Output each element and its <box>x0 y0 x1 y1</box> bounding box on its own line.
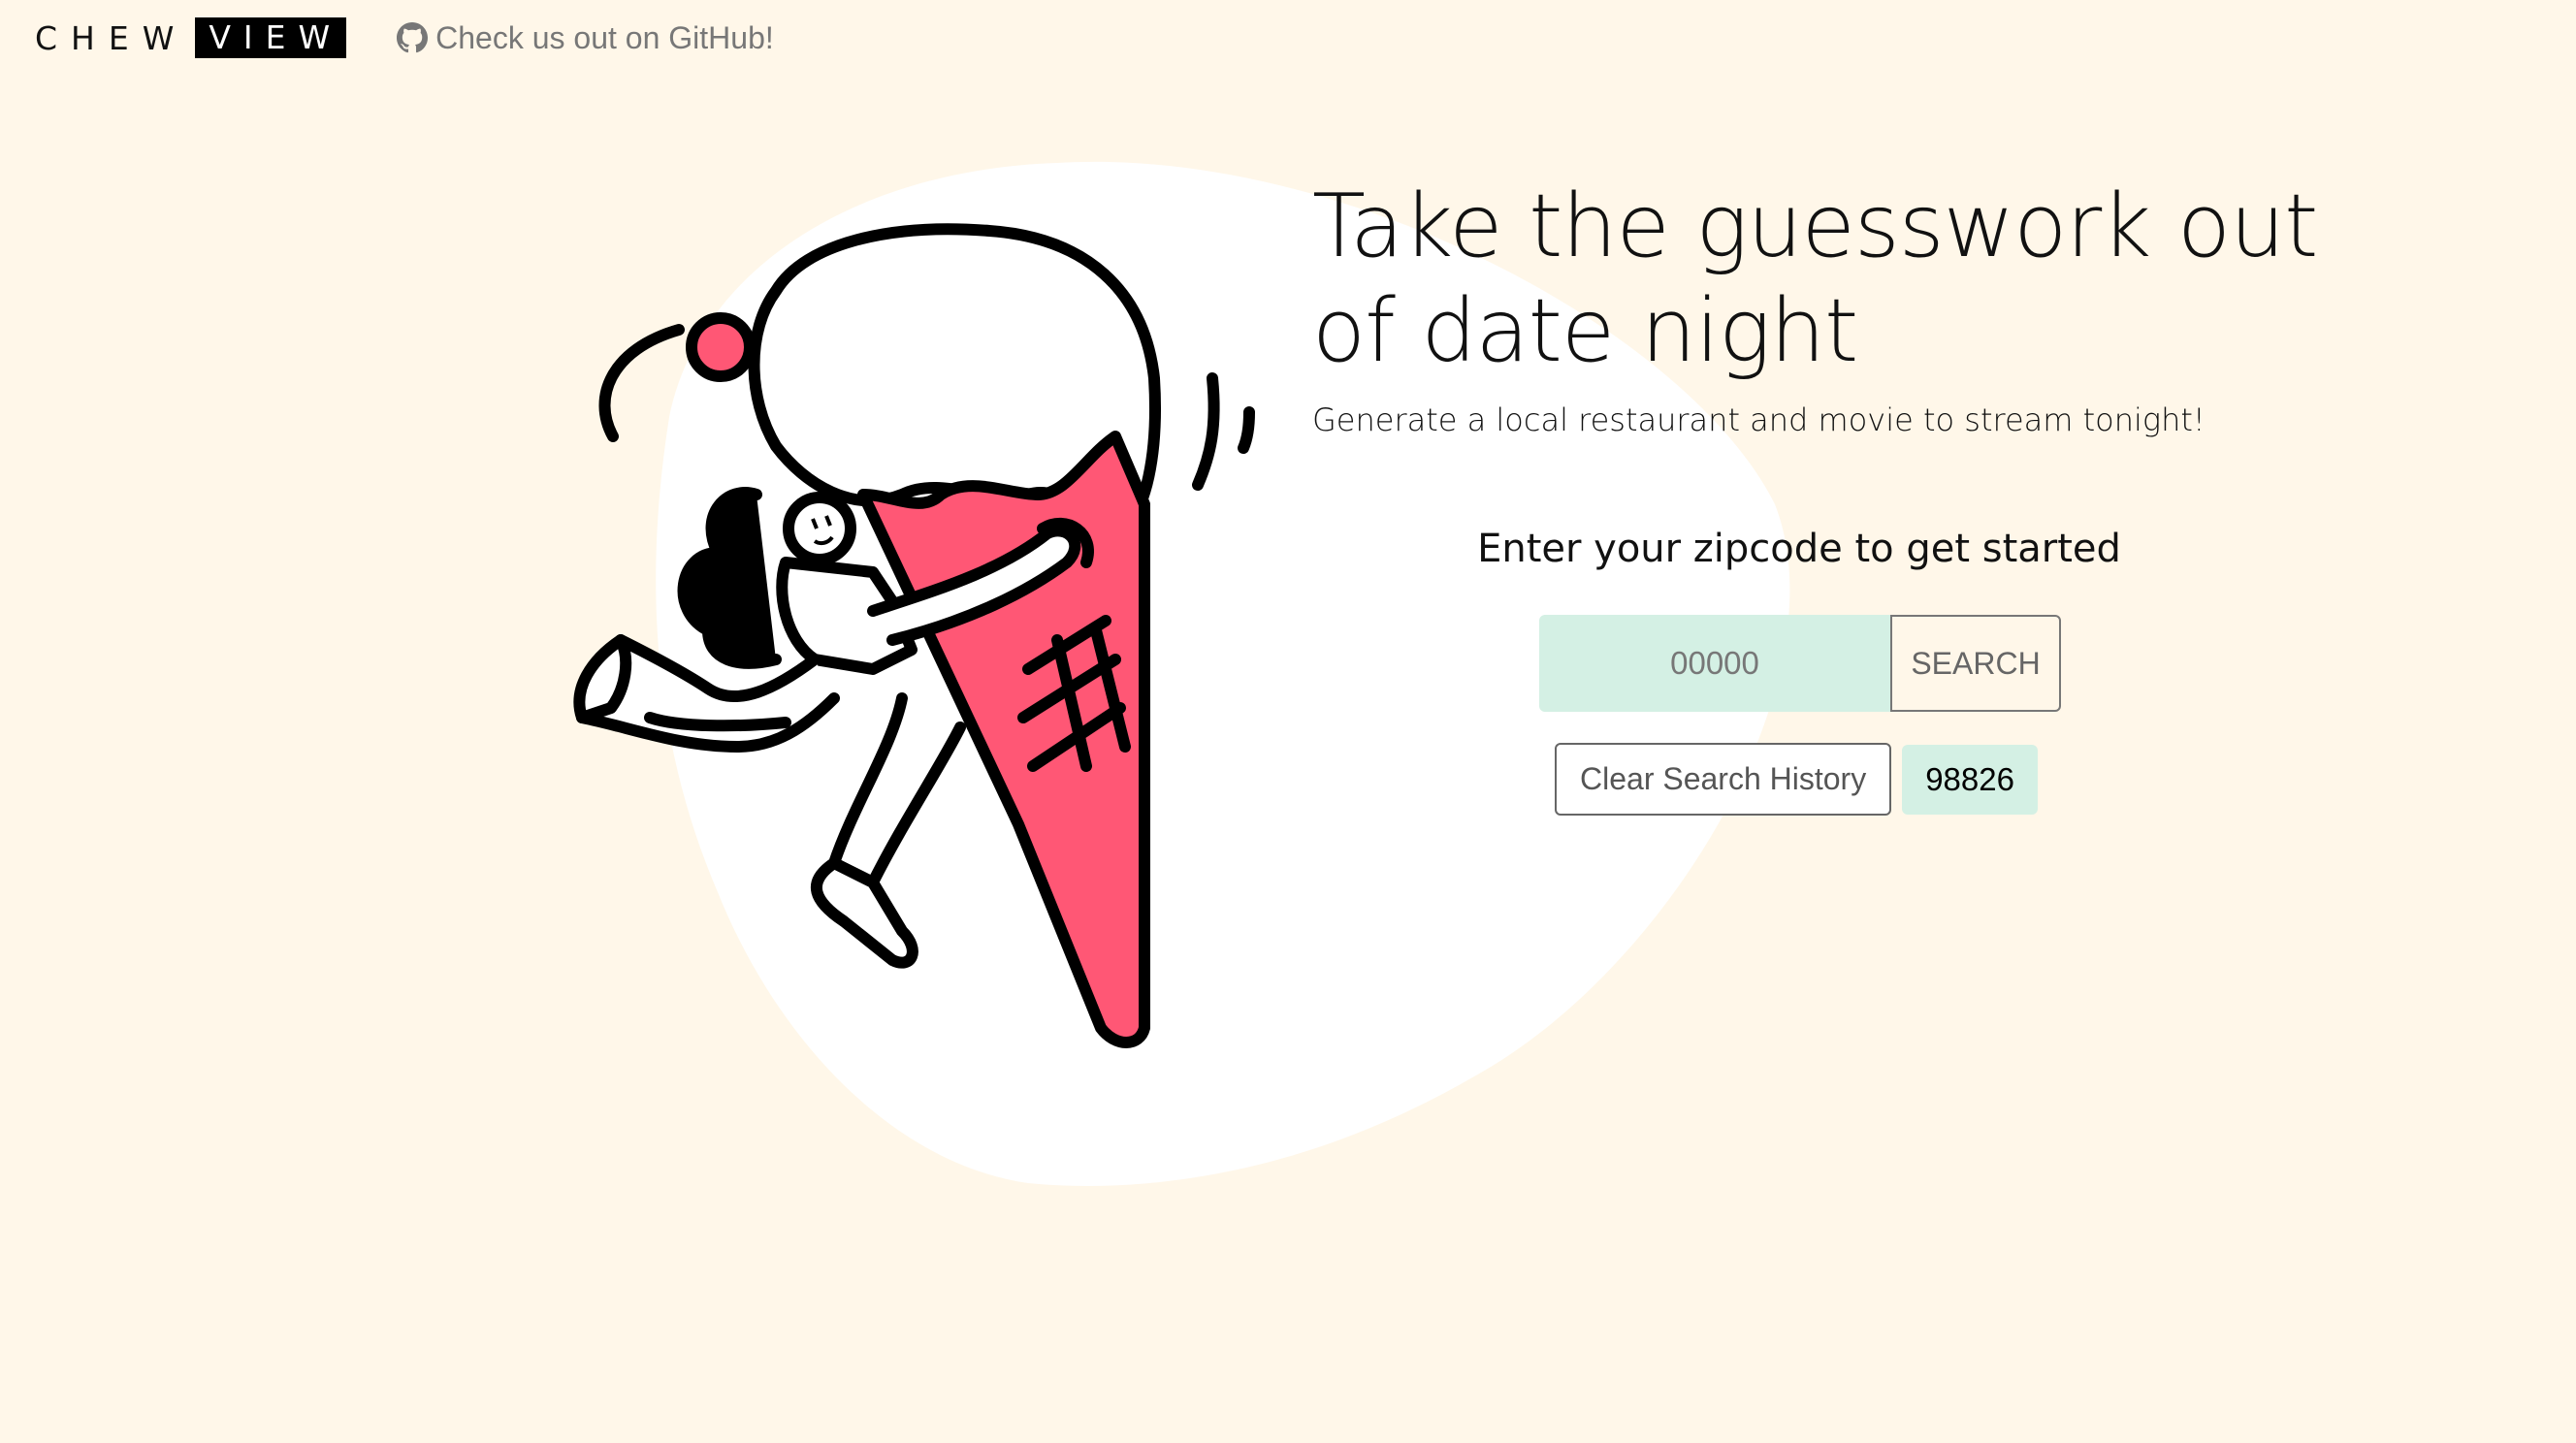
title-line-2: of date night <box>1312 280 1858 382</box>
navbar: CHEW VIEW Check us out on GitHub! <box>35 17 774 58</box>
zipcode-input[interactable] <box>1539 615 1890 712</box>
title-line-1: Take the guesswork out <box>1312 176 2318 277</box>
page-title: Take the guesswork out of date night <box>1312 175 2379 384</box>
brand-chew: CHEW <box>35 18 188 57</box>
zipcode-prompt: Enter your zipcode to get started <box>1477 527 2121 571</box>
page-subtitle: Generate a local restaurant and movie to… <box>1312 401 2206 438</box>
github-icon <box>397 22 429 53</box>
brand-logo[interactable]: CHEW VIEW <box>35 17 347 58</box>
zipcode-form: SEARCH <box>1539 615 2061 712</box>
search-history: Clear Search History 98826 <box>1555 743 2038 816</box>
history-zipcode-chip[interactable]: 98826 <box>1902 744 2038 815</box>
clear-history-button[interactable]: Clear Search History <box>1555 743 1892 816</box>
search-button[interactable]: SEARCH <box>1890 615 2061 712</box>
brand-view: VIEW <box>195 17 347 58</box>
landing-page: CHEW VIEW Check us out on GitHub! Take t… <box>0 0 2576 1443</box>
github-link-label: Check us out on GitHub! <box>435 19 774 55</box>
github-link[interactable]: Check us out on GitHub! <box>397 20 774 56</box>
ice-cream-girl-illustration <box>573 223 1255 1048</box>
